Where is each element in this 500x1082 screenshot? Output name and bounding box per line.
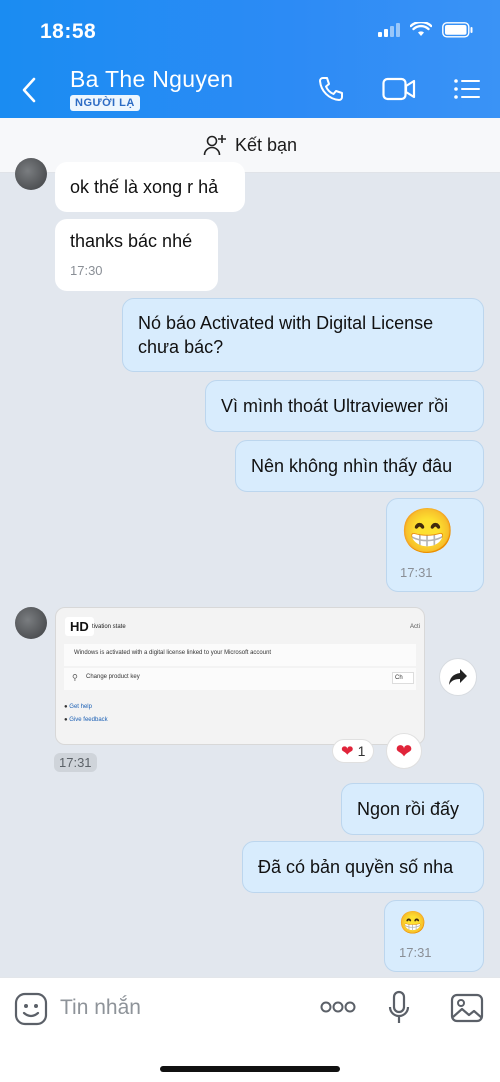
chevron-left-icon: [22, 77, 36, 103]
add-friend-label: Kết bạn: [234, 134, 298, 155]
message-outgoing[interactable]: Đã có bản quyền số nha: [242, 841, 484, 893]
react-button[interactable]: ❤: [386, 733, 422, 769]
contact-avatar[interactable]: [15, 158, 47, 190]
message-text: Nó báo Activated with Digital License ch…: [138, 313, 434, 357]
message-text: Nên không nhìn thấy đâu: [251, 456, 453, 476]
message-text: thanks bác nhé: [70, 231, 193, 251]
image-text: Windows is activated with a digital lice…: [74, 650, 272, 656]
message-input[interactable]: Tin nhắn: [60, 996, 141, 1020]
sticker-icon: [14, 992, 48, 1026]
more-dots-icon: [320, 1001, 356, 1013]
message-time: 17:31: [400, 565, 433, 580]
signal-icon: [378, 23, 400, 42]
image-text: Ch: [392, 672, 414, 684]
image-text: Change product key: [86, 674, 140, 680]
message-text: Đã có bản quyền số nha: [258, 857, 454, 877]
message-outgoing-sticker[interactable]: 😁 17:31: [386, 498, 484, 592]
message-time: 17:30: [70, 263, 103, 278]
message-outgoing[interactable]: Vì mình thoát Ultraviewer rồi: [205, 380, 484, 432]
reaction-summary[interactable]: ❤ 1: [332, 739, 375, 763]
video-call-button[interactable]: [382, 72, 416, 106]
home-indicator: [160, 1066, 340, 1072]
message-outgoing[interactable]: Nên không nhìn thấy đâu: [235, 440, 484, 492]
status-time: 18:58: [40, 20, 97, 43]
video-camera-icon: [382, 77, 416, 101]
image-row: Windows is activated with a digital lice…: [64, 644, 416, 666]
microphone-icon: [388, 990, 410, 1023]
more-options-button[interactable]: [320, 1000, 356, 1019]
heart-icon: ❤: [395, 740, 413, 763]
wifi-icon: [409, 20, 433, 43]
message-text: Ngon rồi đấy: [357, 799, 460, 819]
stranger-badge: NGƯỜI LẠ: [70, 95, 140, 111]
sticker-button[interactable]: [14, 992, 48, 1031]
phone-icon: [319, 77, 343, 101]
forward-arrow-icon: [449, 669, 467, 685]
contact-avatar[interactable]: [15, 607, 47, 639]
menu-button[interactable]: [450, 72, 484, 106]
message-outgoing-emoji[interactable]: 😁 17:31: [384, 900, 484, 972]
image-text: Give feedback: [69, 717, 108, 723]
status-icons: [378, 20, 474, 43]
status-bar: 18:58: [0, 0, 500, 60]
image-text: Acti: [409, 624, 420, 630]
feedback-icon: ●: [64, 717, 68, 723]
image-message[interactable]: HD tivation state Acti Windows is activa…: [55, 607, 425, 745]
battery-icon: [442, 22, 474, 43]
message-outgoing[interactable]: Nó báo Activated with Digital License ch…: [122, 298, 484, 372]
share-button[interactable]: [439, 658, 477, 696]
image-text: tivation state: [92, 624, 126, 630]
help-icon: ●: [64, 704, 68, 710]
nav-bar: Ba The Nguyen NGƯỜI LẠ: [0, 62, 500, 118]
add-friend-icon: [203, 135, 226, 156]
reaction-count: 1: [357, 743, 366, 759]
image-time: 17:31: [54, 753, 97, 772]
hd-badge: HD: [65, 617, 94, 636]
message-text: ok thế là xong r hả: [70, 177, 219, 197]
grinning-emoji-icon: 😁: [400, 507, 455, 556]
image-row: ⚲ Change product key Ch: [64, 668, 416, 690]
message-incoming[interactable]: ok thế là xong r hả: [55, 162, 245, 212]
image-gallery-icon: [450, 993, 484, 1023]
key-icon: ⚲: [72, 673, 78, 682]
message-outgoing[interactable]: Ngon rồi đấy: [341, 783, 484, 835]
list-menu-icon: [454, 79, 480, 99]
message-text: Vì mình thoát Ultraviewer rồi: [221, 396, 449, 416]
image-text: Get help: [69, 704, 92, 710]
back-button[interactable]: [14, 72, 44, 108]
message-time: 17:31: [399, 945, 432, 960]
heart-icon: ❤: [341, 743, 354, 760]
photo-button[interactable]: [450, 992, 484, 1029]
chat-header: 18:58 Ba The Nguyen NGƯỜI LẠ: [0, 0, 500, 118]
contact-name[interactable]: Ba The Nguyen: [70, 66, 233, 93]
voice-record-button[interactable]: [388, 990, 410, 1031]
grinning-emoji-icon: 😁: [399, 910, 427, 935]
message-incoming[interactable]: thanks bác nhé 17:30: [55, 219, 218, 291]
voice-call-button[interactable]: [314, 72, 348, 106]
